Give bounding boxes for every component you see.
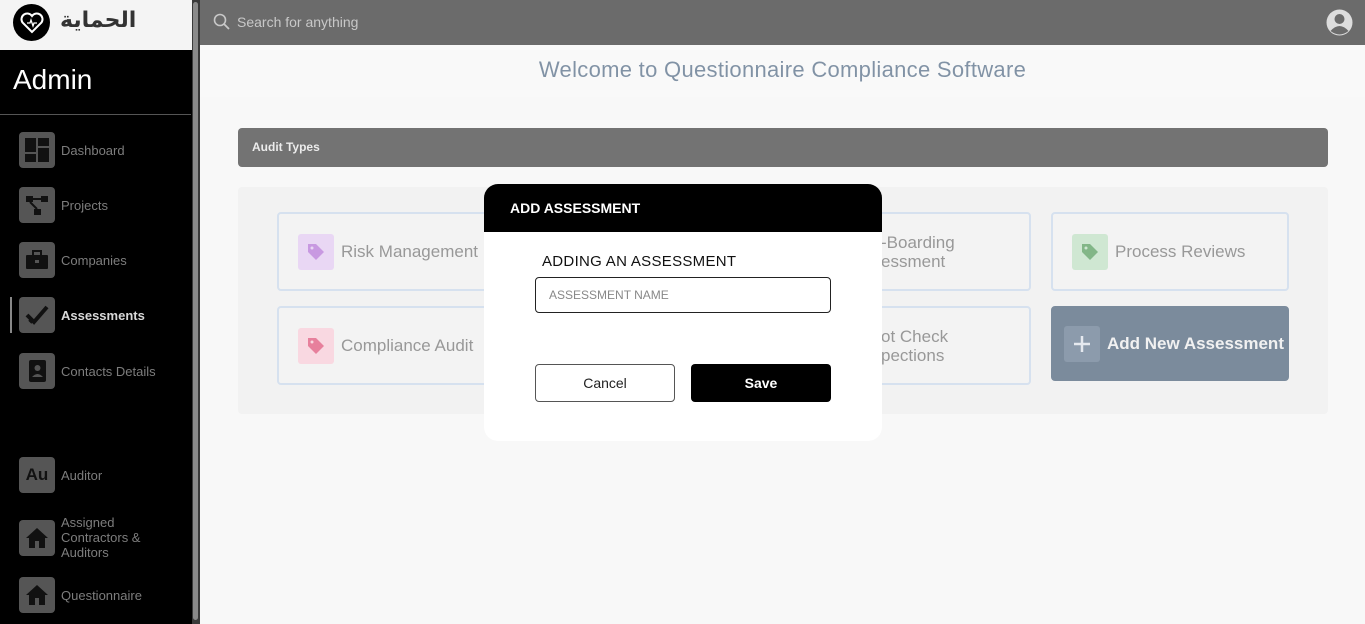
sidebar-item-label: Questionnaire bbox=[61, 587, 142, 603]
sidebar-item-assigned-contractors[interactable]: Assigned Contractors & Auditors bbox=[10, 515, 192, 560]
sidebar-item-label: Assessments bbox=[61, 307, 145, 323]
briefcase-icon bbox=[19, 242, 55, 278]
scrollbar-thumb[interactable] bbox=[193, 2, 198, 620]
sidebar-item-label: Auditor bbox=[61, 467, 103, 483]
projects-icon bbox=[19, 187, 55, 223]
sidebar-item-auditor[interactable]: Au Auditor bbox=[10, 457, 192, 493]
sidebar-item-label: Dashboard bbox=[61, 142, 125, 158]
sidebar-item-companies[interactable]: Companies bbox=[10, 242, 192, 278]
add-assessment-modal: ADD ASSESSMENT ADDING AN ASSESSMENT Canc… bbox=[484, 184, 882, 441]
divider bbox=[0, 114, 191, 115]
logo-bar: الحماية bbox=[0, 0, 192, 50]
sidebar-item-dashboard[interactable]: Dashboard bbox=[10, 132, 192, 168]
contact-book-icon bbox=[19, 353, 55, 389]
au-icon: Au bbox=[19, 457, 55, 493]
sidebar: الحماية Admin Dashboard Projects Compani… bbox=[0, 0, 200, 624]
modal-header: ADD ASSESSMENT bbox=[484, 184, 882, 232]
heart-logo-icon bbox=[13, 4, 50, 41]
modal-title: ADD ASSESSMENT bbox=[510, 200, 641, 216]
home-icon bbox=[19, 519, 55, 556]
admin-title: Admin bbox=[13, 64, 93, 95]
save-button[interactable]: Save bbox=[691, 364, 831, 402]
search-icon bbox=[213, 13, 230, 30]
sidebar-item-label: Assigned Contractors & Auditors bbox=[61, 515, 141, 560]
logo-text: الحماية bbox=[60, 8, 137, 33]
sidebar-item-label: Contacts Details bbox=[61, 363, 156, 379]
home-icon bbox=[19, 577, 55, 613]
cancel-button[interactable]: Cancel bbox=[535, 364, 675, 402]
sidebar-item-questionnaire[interactable]: Questionnaire bbox=[10, 577, 192, 613]
search-input[interactable]: Search for anything bbox=[237, 14, 358, 30]
topbar: Search for anything bbox=[200, 0, 1365, 45]
checkmark-icon bbox=[19, 297, 55, 333]
user-avatar-icon[interactable] bbox=[1326, 9, 1353, 36]
sidebar-item-projects[interactable]: Projects bbox=[10, 187, 192, 223]
sidebar-item-assessments[interactable]: Assessments bbox=[10, 297, 192, 333]
dashboard-icon bbox=[19, 132, 55, 168]
sidebar-item-contacts-details[interactable]: Contacts Details bbox=[10, 353, 192, 389]
assessment-name-input[interactable] bbox=[535, 277, 831, 313]
modal-subtitle: ADDING AN ASSESSMENT bbox=[542, 253, 737, 270]
sidebar-item-label: Projects bbox=[61, 197, 108, 213]
sidebar-item-label: Companies bbox=[61, 252, 127, 268]
sidebar-scrollbar[interactable] bbox=[192, 0, 200, 624]
